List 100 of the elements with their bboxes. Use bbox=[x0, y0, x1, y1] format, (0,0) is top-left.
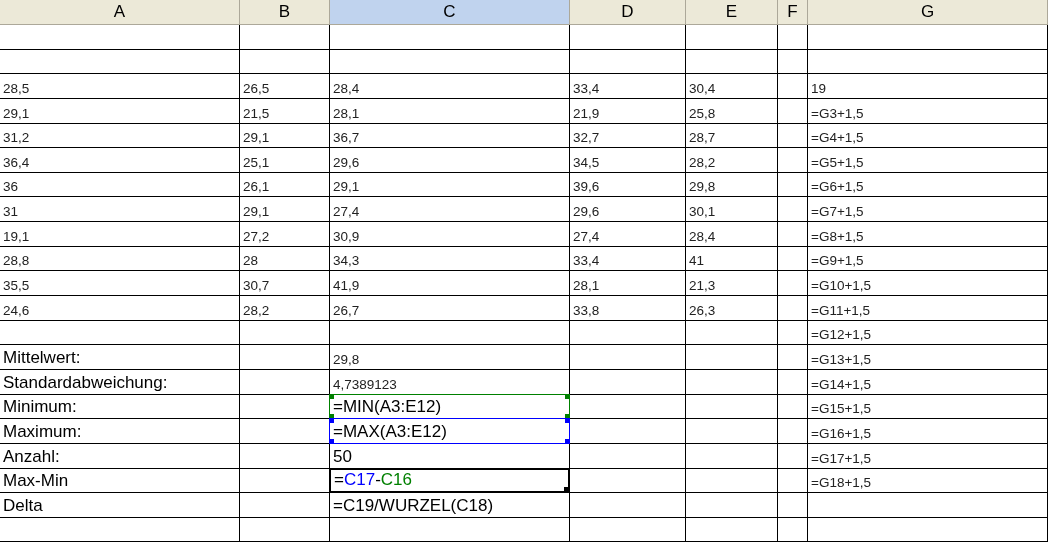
table-cell[interactable] bbox=[570, 25, 686, 50]
table-cell[interactable]: 29,6 bbox=[330, 148, 570, 173]
table-cell[interactable] bbox=[240, 517, 330, 543]
table-cell[interactable]: =G7+1,5 bbox=[808, 197, 1048, 223]
table-cell[interactable] bbox=[330, 517, 570, 543]
table-cell[interactable]: 33,4 bbox=[570, 246, 686, 272]
table-cell[interactable] bbox=[0, 49, 240, 75]
table-cell[interactable] bbox=[240, 320, 330, 346]
table-cell[interactable] bbox=[570, 369, 686, 395]
table-cell[interactable] bbox=[686, 345, 778, 370]
table-cell[interactable]: 30,9 bbox=[330, 222, 570, 247]
table-cell[interactable]: 36,4 bbox=[0, 148, 240, 173]
table-cell[interactable] bbox=[240, 369, 330, 395]
table-cell[interactable]: 28,5 bbox=[0, 74, 240, 99]
table-cell[interactable]: 21,3 bbox=[686, 271, 778, 297]
table-cell[interactable] bbox=[778, 493, 808, 518]
table-cell[interactable]: 4,7389123 bbox=[330, 369, 570, 395]
table-cell[interactable]: 27,4 bbox=[570, 222, 686, 247]
table-cell[interactable]: =C19/WURZEL(C18) bbox=[330, 493, 570, 518]
table-cell[interactable]: 34,5 bbox=[570, 148, 686, 173]
table-cell[interactable] bbox=[240, 345, 330, 370]
table-cell[interactable]: 32,7 bbox=[570, 123, 686, 149]
table-cell[interactable] bbox=[686, 493, 778, 518]
table-cell[interactable]: 28,1 bbox=[570, 271, 686, 297]
table-cell[interactable]: =G12+1,5 bbox=[808, 320, 1048, 346]
table-cell[interactable]: =G4+1,5 bbox=[808, 123, 1048, 149]
table-cell[interactable]: =G16+1,5 bbox=[808, 419, 1048, 444]
column-header[interactable]: B bbox=[240, 0, 330, 25]
table-cell[interactable]: 50 bbox=[330, 443, 570, 469]
table-cell[interactable]: 35,5 bbox=[0, 271, 240, 297]
table-cell[interactable] bbox=[686, 517, 778, 543]
table-cell[interactable]: Standardabweichung: bbox=[0, 369, 240, 395]
table-cell[interactable] bbox=[330, 25, 570, 50]
table-cell[interactable]: 31,2 bbox=[0, 123, 240, 149]
table-cell[interactable]: 30,4 bbox=[686, 74, 778, 99]
table-cell[interactable] bbox=[0, 25, 240, 50]
table-cell[interactable]: =G5+1,5 bbox=[808, 148, 1048, 173]
table-cell[interactable] bbox=[570, 320, 686, 346]
table-cell[interactable]: 28,7 bbox=[686, 123, 778, 149]
table-cell[interactable]: =G13+1,5 bbox=[808, 345, 1048, 370]
table-cell[interactable]: 36,7 bbox=[330, 123, 570, 149]
table-cell[interactable]: =MIN(A3:E12) bbox=[329, 393, 570, 420]
column-header[interactable]: D bbox=[570, 0, 686, 25]
table-cell[interactable] bbox=[686, 419, 778, 444]
table-cell[interactable]: 30,7 bbox=[240, 271, 330, 297]
table-cell[interactable]: 39,6 bbox=[570, 172, 686, 198]
table-cell[interactable]: 29,1 bbox=[0, 98, 240, 124]
table-cell[interactable]: 28,2 bbox=[686, 148, 778, 173]
table-cell[interactable]: 26,5 bbox=[240, 74, 330, 99]
table-cell[interactable] bbox=[686, 443, 778, 469]
table-cell[interactable]: 29,1 bbox=[330, 172, 570, 198]
table-cell[interactable]: 28 bbox=[240, 246, 330, 272]
table-cell[interactable]: =G6+1,5 bbox=[808, 172, 1048, 198]
table-cell[interactable] bbox=[240, 25, 330, 50]
column-header[interactable]: A bbox=[0, 0, 240, 25]
table-cell[interactable]: =G15+1,5 bbox=[808, 394, 1048, 420]
table-cell[interactable] bbox=[808, 25, 1048, 50]
table-cell[interactable] bbox=[570, 517, 686, 543]
table-cell[interactable] bbox=[570, 49, 686, 75]
table-cell[interactable]: =C17-C16 bbox=[329, 467, 570, 494]
table-cell[interactable] bbox=[686, 49, 778, 75]
table-cell[interactable]: 28,8 bbox=[0, 246, 240, 272]
table-cell[interactable]: Anzahl: bbox=[0, 443, 240, 469]
table-cell[interactable]: Maximum: bbox=[0, 419, 240, 444]
table-cell[interactable]: 28,2 bbox=[240, 296, 330, 321]
table-cell[interactable]: Mittelwert: bbox=[0, 345, 240, 370]
table-cell[interactable] bbox=[778, 369, 808, 395]
table-cell[interactable]: =G8+1,5 bbox=[808, 222, 1048, 247]
table-cell[interactable] bbox=[778, 123, 808, 149]
table-cell[interactable] bbox=[778, 222, 808, 247]
table-cell[interactable]: =G11+1,5 bbox=[808, 296, 1048, 321]
table-cell[interactable]: 27,4 bbox=[330, 197, 570, 223]
table-cell[interactable] bbox=[686, 25, 778, 50]
table-cell[interactable] bbox=[330, 320, 570, 346]
table-cell[interactable]: 19 bbox=[808, 74, 1048, 99]
table-cell[interactable]: =MAX(A3:E12) bbox=[329, 418, 570, 444]
table-cell[interactable] bbox=[778, 49, 808, 75]
table-cell[interactable] bbox=[778, 320, 808, 346]
column-header[interactable]: E bbox=[686, 0, 778, 25]
table-cell[interactable] bbox=[808, 517, 1048, 543]
table-cell[interactable]: 25,1 bbox=[240, 148, 330, 173]
table-cell[interactable]: 31 bbox=[0, 197, 240, 223]
table-cell[interactable] bbox=[570, 493, 686, 518]
table-cell[interactable]: =G14+1,5 bbox=[808, 369, 1048, 395]
table-cell[interactable] bbox=[330, 49, 570, 75]
table-cell[interactable]: 28,4 bbox=[686, 222, 778, 247]
table-cell[interactable]: 30,1 bbox=[686, 197, 778, 223]
table-cell[interactable] bbox=[570, 419, 686, 444]
table-cell[interactable] bbox=[686, 320, 778, 346]
table-cell[interactable] bbox=[570, 443, 686, 469]
table-cell[interactable]: 29,1 bbox=[240, 123, 330, 149]
table-cell[interactable]: 34,3 bbox=[330, 246, 570, 272]
table-cell[interactable] bbox=[808, 493, 1048, 518]
table-cell[interactable]: =G17+1,5 bbox=[808, 443, 1048, 469]
table-cell[interactable]: 29,1 bbox=[240, 197, 330, 223]
column-header[interactable]: G bbox=[808, 0, 1048, 25]
table-cell[interactable] bbox=[778, 98, 808, 124]
table-cell[interactable] bbox=[686, 468, 778, 494]
table-cell[interactable] bbox=[570, 345, 686, 370]
table-cell[interactable]: 21,5 bbox=[240, 98, 330, 124]
